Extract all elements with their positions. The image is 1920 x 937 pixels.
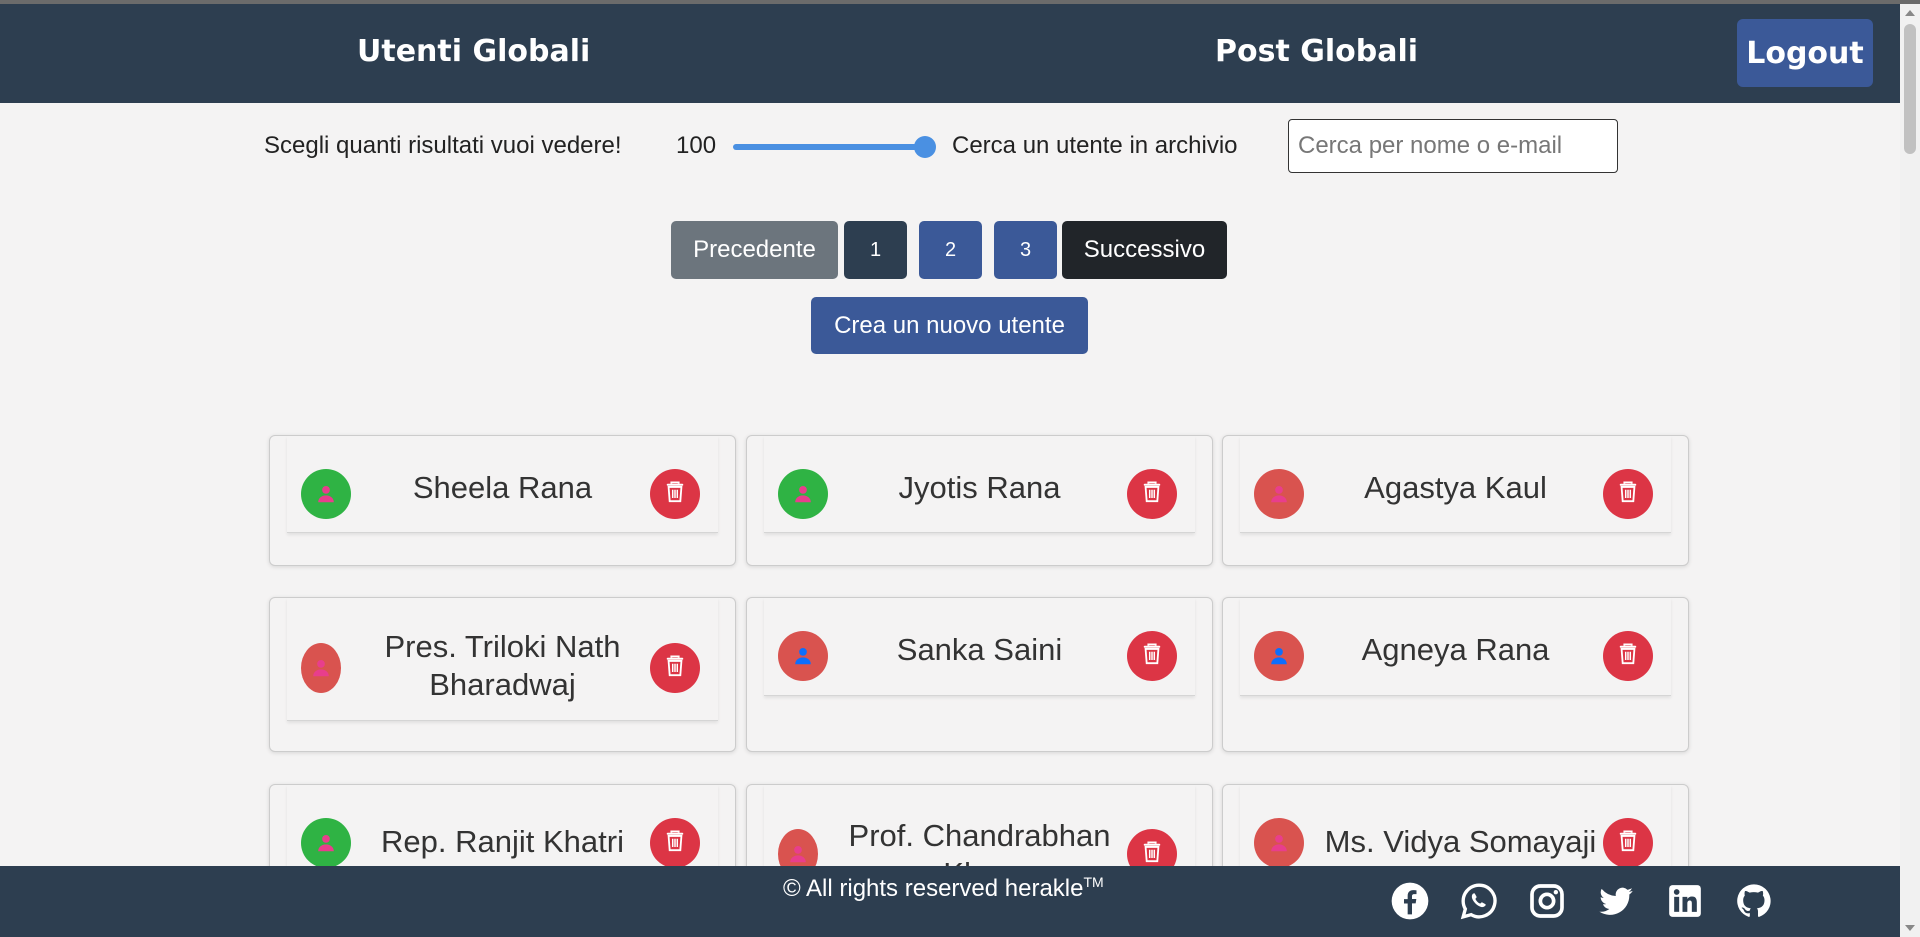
user-card-header: Agastya Kaul (1240, 436, 1671, 533)
user-avatar-icon (778, 631, 828, 681)
page-scrollbar[interactable] (1900, 4, 1920, 937)
delete-user-button[interactable] (1127, 469, 1177, 519)
results-count-slider[interactable] (733, 136, 936, 158)
delete-user-button[interactable] (1603, 631, 1653, 681)
pagination-previous-button[interactable]: Precedente (671, 221, 838, 279)
delete-user-button[interactable] (650, 643, 700, 693)
results-count-label: Scegli quanti risultati vuoi vedere! (264, 132, 622, 159)
copyright-label: © All rights reserved herakle (783, 875, 1084, 902)
delete-user-button[interactable] (1603, 818, 1653, 868)
trash-icon (664, 480, 686, 509)
search-input[interactable] (1288, 119, 1618, 173)
create-user-button[interactable]: Crea un nuovo utente (811, 297, 1088, 354)
delete-user-button[interactable] (1127, 631, 1177, 681)
user-name[interactable]: Agneya Rana (1324, 631, 1587, 669)
pagination-page-3[interactable]: 3 (994, 221, 1057, 279)
user-avatar-icon (301, 818, 351, 868)
user-avatar-icon (1254, 818, 1304, 868)
trash-icon (664, 829, 686, 858)
user-card-header: Pres. Triloki Nath Bharadwaj (287, 598, 718, 721)
user-avatar-icon (778, 469, 828, 519)
facebook-icon[interactable] (1389, 880, 1431, 922)
user-card-header: Jyotis Rana (764, 436, 1195, 533)
pagination-page-2[interactable]: 2 (919, 221, 982, 279)
user-card-header: Agneya Rana (1240, 598, 1671, 696)
user-name[interactable]: Agastya Kaul (1324, 469, 1587, 507)
trademark-mark: TM (1083, 874, 1104, 890)
user-card[interactable]: Sheela Rana (269, 435, 736, 566)
user-card[interactable]: Jyotis Rana (746, 435, 1213, 566)
trash-icon (1141, 642, 1163, 671)
logout-button[interactable]: Logout (1737, 19, 1873, 87)
trash-icon (664, 654, 686, 683)
scrollbar-thumb[interactable] (1904, 24, 1916, 154)
github-icon[interactable] (1733, 880, 1775, 922)
trash-icon (1617, 642, 1639, 671)
user-name[interactable]: Sheela Rana (371, 469, 634, 507)
instagram-icon[interactable] (1526, 880, 1568, 922)
nav-link-post-globali[interactable]: Post Globali (1215, 34, 1418, 69)
search-label: Cerca un utente in archivio (952, 132, 1238, 159)
delete-user-button[interactable] (1603, 469, 1653, 519)
scroll-up-arrow-icon[interactable] (1905, 10, 1915, 16)
trash-icon (1141, 480, 1163, 509)
user-name[interactable]: Jyotis Rana (848, 469, 1111, 507)
user-name[interactable]: Pres. Triloki Nath Bharadwaj (371, 628, 634, 704)
delete-user-button[interactable] (650, 818, 700, 868)
user-card[interactable]: Agneya Rana (1222, 597, 1689, 752)
user-card[interactable]: Sanka Saini (746, 597, 1213, 752)
user-card[interactable]: Agastya Kaul (1222, 435, 1689, 566)
twitter-icon[interactable] (1595, 880, 1637, 922)
pagination: Precedente 1 2 3 Successivo (0, 221, 1900, 279)
slider-knob[interactable] (914, 136, 936, 158)
delete-user-button[interactable] (650, 469, 700, 519)
user-card-header: Sheela Rana (287, 436, 718, 533)
user-card-header: Sanka Saini (764, 598, 1195, 696)
slider-track[interactable] (733, 144, 925, 150)
linkedin-icon[interactable] (1664, 880, 1706, 922)
navbar: Utenti Globali Post Globali Logout (0, 4, 1900, 103)
whatsapp-icon[interactable] (1458, 880, 1500, 922)
user-avatar-icon (301, 469, 351, 519)
scroll-down-arrow-icon[interactable] (1905, 925, 1915, 931)
results-count-value: 100 (676, 132, 717, 159)
user-avatar-icon (1254, 469, 1304, 519)
user-name[interactable]: Rep. Ranjit Khatri (371, 823, 634, 861)
user-avatar-icon (301, 643, 341, 693)
trash-icon (1617, 480, 1639, 509)
footer: © All rights reserved herakleTM (0, 866, 1900, 937)
pagination-page-1[interactable]: 1 (844, 221, 907, 279)
copyright-text: © All rights reserved herakleTM (783, 874, 1104, 903)
results-controls: Scegli quanti risultati vuoi vedere! 100… (0, 118, 1900, 174)
user-name[interactable]: Sanka Saini (848, 631, 1111, 669)
user-name[interactable]: Ms. Vidya Somayaji (1320, 823, 1601, 861)
nav-link-utenti-globali[interactable]: Utenti Globali (357, 34, 590, 69)
user-card[interactable]: Pres. Triloki Nath Bharadwaj (269, 597, 736, 752)
trash-icon (1141, 840, 1163, 869)
trash-icon (1617, 829, 1639, 858)
user-avatar-icon (1254, 631, 1304, 681)
pagination-next-button[interactable]: Successivo (1062, 221, 1227, 279)
